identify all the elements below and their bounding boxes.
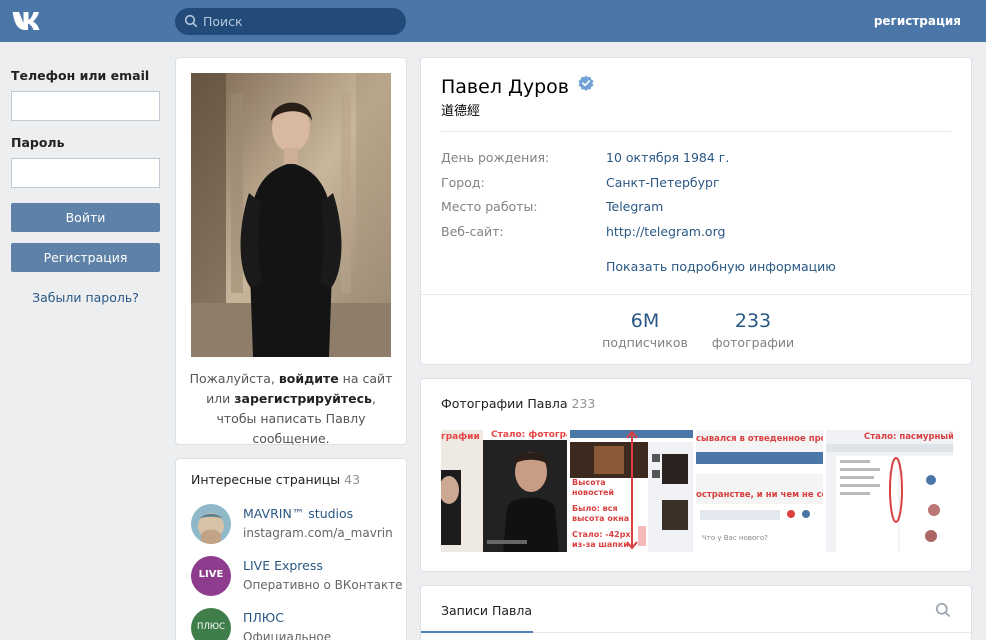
tab-active-indicator: [421, 631, 533, 633]
live-express-avatar[interactable]: LIVE: [191, 556, 231, 596]
register-inline-link[interactable]: зарегистрируйтесь: [234, 391, 372, 406]
mavrin-avatar[interactable]: [191, 504, 231, 544]
counter-followers[interactable]: 6M подписчиков: [601, 310, 689, 350]
profile-name-row: Павел Дуров: [441, 75, 594, 99]
plus-avatar[interactable]: ПЛЮС: [191, 608, 231, 640]
website-link[interactable]: http://telegram.org: [606, 224, 725, 239]
profile-info-card: Павел Дуров 道德經 День рождения: 10 октябр…: [420, 57, 972, 365]
verified-icon[interactable]: [578, 75, 594, 91]
login-button[interactable]: Войти: [11, 203, 160, 232]
profile-photo-card: Пожалуйста, войдите на сайт или зарегист…: [175, 57, 407, 446]
page-item-plus[interactable]: ПЛЮС ПЛЮС Официальное: [191, 608, 406, 640]
search-icon: [184, 14, 198, 28]
counter-photos[interactable]: 233 фотографии: [709, 310, 797, 350]
posts-card: Записи Павла: [420, 585, 972, 640]
photo-thumb[interactable]: графии Стало: фотография: [441, 430, 567, 552]
phone-email-field[interactable]: [11, 91, 160, 121]
password-field[interactable]: [11, 158, 160, 188]
birthday-link[interactable]: 10 октября 1984 г.: [606, 150, 729, 165]
top-header: регистрация: [0, 0, 986, 42]
login-inline-link[interactable]: войдите: [279, 371, 339, 386]
photo-thumb[interactable]: сывался в отведенное простра остранстве,…: [696, 430, 823, 552]
show-more-info-link[interactable]: Показать подробную информацию: [606, 259, 836, 274]
register-button[interactable]: Регистрация: [11, 243, 160, 272]
divider: [421, 294, 971, 295]
password-label: Пароль: [11, 135, 65, 150]
forgot-password-link[interactable]: Забыли пароль?: [11, 290, 160, 305]
search-icon[interactable]: [935, 602, 951, 618]
photo-thumb[interactable]: Высота новостей Было: вся высота окна Ст…: [570, 430, 693, 552]
interesting-pages-card: Интересные страницы 43 MAVRIN™ studios in…: [175, 458, 407, 640]
header-register-link[interactable]: регистрация: [874, 14, 961, 28]
profile-status: 道德經: [441, 104, 481, 119]
city-link[interactable]: Санкт-Петербург: [606, 175, 720, 190]
profile-name: Павел Дуров: [441, 76, 569, 98]
work-link[interactable]: Telegram: [606, 199, 663, 214]
page-item-live-express[interactable]: LIVE LIVE Express Оперативно о ВКонтакте: [191, 556, 406, 601]
vk-logo-icon[interactable]: [11, 9, 45, 33]
photo-thumb[interactable]: Стало: пасмурный серый: [826, 430, 953, 552]
interesting-pages-title[interactable]: Интересные страницы 43: [191, 472, 360, 487]
tab-posts[interactable]: Записи Павла: [441, 603, 532, 618]
photos-card: Фотографии Павла 233 графии Стало: фотогр…: [420, 378, 972, 572]
page-item-mavrin[interactable]: MAVRIN™ studios instagram.com/a_mavrin: [191, 504, 406, 549]
search-box[interactable]: [175, 8, 406, 35]
search-input[interactable]: [203, 8, 398, 35]
photos-title[interactable]: Фотографии Павла 233: [441, 396, 595, 411]
divider: [441, 131, 951, 132]
profile-avatar[interactable]: [191, 73, 391, 357]
login-form: Телефон или email Пароль Войти Регистрац…: [11, 68, 160, 305]
photo-thumbnails: графии Стало: фотография Высота новостей: [441, 430, 953, 552]
phone-label: Телефон или email: [11, 68, 150, 83]
login-prompt-message: Пожалуйста, войдите на сайт или зарегист…: [189, 371, 393, 446]
